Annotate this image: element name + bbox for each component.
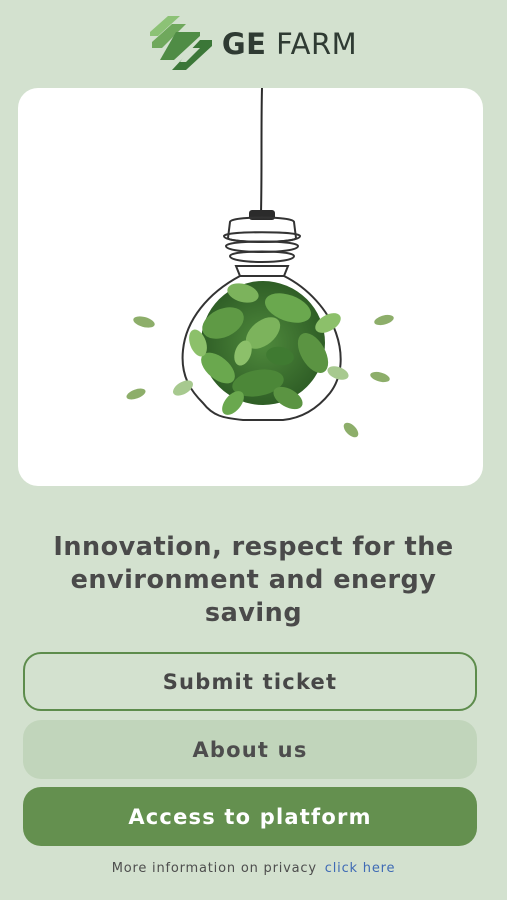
brand-name-regular: FARM	[266, 27, 358, 61]
about-us-button[interactable]: About us	[23, 720, 477, 779]
privacy-text: More information on privacy	[111, 861, 317, 876]
ge-farm-logo-icon	[149, 16, 212, 70]
privacy-note: More information on privacy click here	[0, 861, 507, 876]
brand-logo: GE FARM	[0, 14, 507, 74]
tagline: Innovation, respect for the environment …	[53, 532, 454, 628]
brand-name-bold: GE	[221, 27, 267, 61]
privacy-link[interactable]: click here	[325, 861, 395, 876]
submit-ticket-button[interactable]: Submit ticket	[23, 652, 477, 711]
hero-image	[18, 88, 483, 486]
access-platform-button[interactable]: Access to platform	[23, 787, 477, 846]
brand-name: GE FARM	[222, 27, 357, 61]
lightbulb-leaves-illustration	[126, 88, 394, 438]
